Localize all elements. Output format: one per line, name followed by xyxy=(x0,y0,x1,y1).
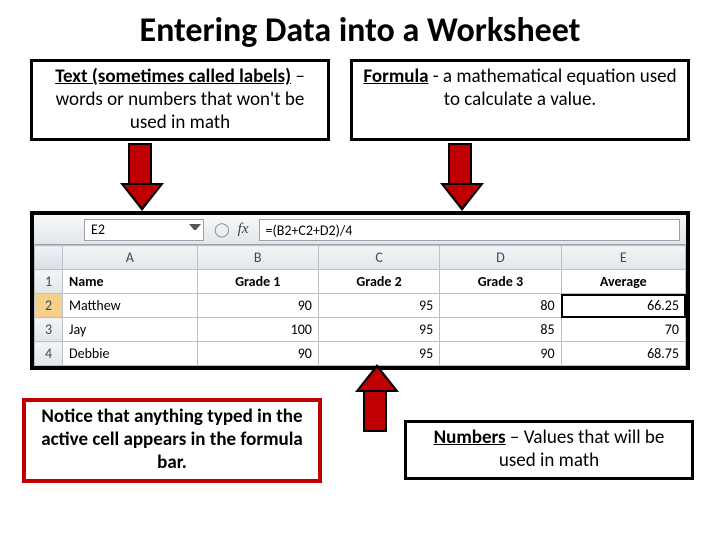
chevron-down-icon[interactable] xyxy=(189,224,201,236)
fx-icon[interactable]: fx xyxy=(238,221,249,238)
row-header[interactable]: 3 xyxy=(35,318,63,342)
row-header[interactable]: 1 xyxy=(35,270,63,294)
name-box[interactable]: E2 xyxy=(84,219,204,241)
cell[interactable]: 80 xyxy=(440,294,561,318)
arrow-up-icon xyxy=(355,364,395,432)
cell[interactable]: Average xyxy=(561,270,685,294)
row-header[interactable]: 4 xyxy=(35,342,63,366)
cell[interactable]: 70 xyxy=(561,318,685,342)
select-all-corner[interactable] xyxy=(35,246,63,270)
formula-bar-row: E2 ◯ fx =(B2+C2+D2)/4 xyxy=(34,215,686,245)
table-row: 3 Jay 100 95 85 70 xyxy=(35,318,686,342)
fx-icon-group: ◯ fx xyxy=(214,221,249,238)
numbers-def: – Values that will be used in math xyxy=(499,426,665,472)
cell[interactable]: Debbie xyxy=(63,342,198,366)
table-row: 4 Debbie 90 95 90 68.75 xyxy=(35,342,686,366)
name-box-value: E2 xyxy=(91,221,105,238)
cell[interactable]: 95 xyxy=(318,318,439,342)
cell[interactable]: 68.75 xyxy=(561,342,685,366)
formula-bar-input[interactable]: =(B2+C2+D2)/4 xyxy=(259,219,681,241)
cell[interactable]: 95 xyxy=(318,342,439,366)
col-header[interactable]: B xyxy=(197,246,318,270)
formula-def: - a mathematical equation used to calcul… xyxy=(429,65,677,111)
cell[interactable]: 100 xyxy=(197,318,318,342)
text-label-term: Text (sometimes called labels) xyxy=(55,65,291,88)
cell[interactable]: Grade 2 xyxy=(318,270,439,294)
cell[interactable]: 95 xyxy=(318,294,439,318)
page-title: Entering Data into a Worksheet xyxy=(0,0,720,59)
spreadsheet-grid: A B C D E 1 Name Grade 1 Grade 2 Grade 3… xyxy=(34,245,686,366)
numbers-callout: Numbers – Values that will be used in ma… xyxy=(404,420,694,480)
notice-callout: Notice that anything typed in the active… xyxy=(22,398,322,482)
formula-callout: Formula - a mathematical equation used t… xyxy=(350,59,690,141)
cell[interactable]: Jay xyxy=(63,318,198,342)
cell[interactable]: 90 xyxy=(440,342,561,366)
cell[interactable]: Grade 3 xyxy=(440,270,561,294)
active-cell[interactable]: 66.25 xyxy=(561,294,685,318)
col-header[interactable]: E xyxy=(561,246,685,270)
table-row: 2 Matthew 90 95 80 66.25 xyxy=(35,294,686,318)
arrow-down-icon xyxy=(440,143,480,211)
numbers-term: Numbers xyxy=(434,426,506,449)
top-arrows xyxy=(0,141,720,211)
column-header-row: A B C D E xyxy=(35,246,686,270)
cell[interactable]: 90 xyxy=(197,294,318,318)
cell[interactable]: Grade 1 xyxy=(197,270,318,294)
col-header[interactable]: D xyxy=(440,246,561,270)
col-header[interactable]: A xyxy=(63,246,198,270)
circle-icon: ◯ xyxy=(214,221,230,238)
table-row: 1 Name Grade 1 Grade 2 Grade 3 Average xyxy=(35,270,686,294)
cell[interactable]: Matthew xyxy=(63,294,198,318)
row-header[interactable]: 2 xyxy=(35,294,63,318)
bottom-area: Notice that anything typed in the active… xyxy=(0,370,720,490)
top-callouts: Text (sometimes called labels) – words o… xyxy=(0,59,720,141)
col-header[interactable]: C xyxy=(318,246,439,270)
cell[interactable]: 85 xyxy=(440,318,561,342)
arrow-down-icon xyxy=(120,143,160,211)
formula-term: Formula xyxy=(363,65,428,88)
cell[interactable]: Name xyxy=(63,270,198,294)
excel-screenshot: E2 ◯ fx =(B2+C2+D2)/4 A B C D E 1 Name G… xyxy=(30,211,690,370)
text-label-callout: Text (sometimes called labels) – words o… xyxy=(30,59,330,141)
cell[interactable]: 90 xyxy=(197,342,318,366)
